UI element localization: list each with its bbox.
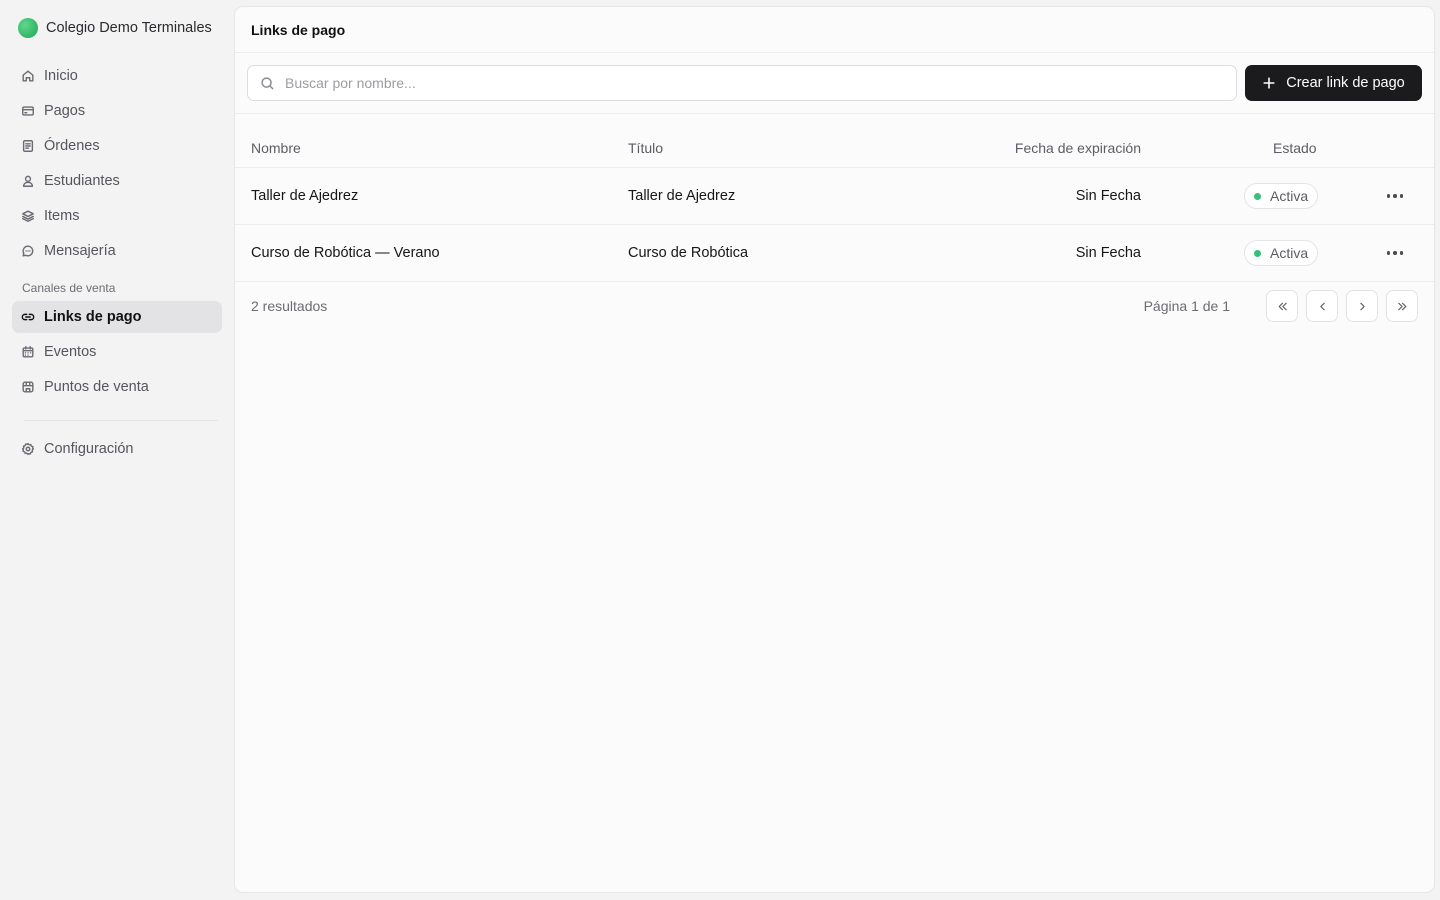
- layers-icon: [21, 209, 35, 223]
- sidebar-item-mensajeria[interactable]: Mensajería: [12, 235, 222, 267]
- cell-nombre: Curso de Robótica — Verano: [251, 245, 440, 261]
- org-logo: [18, 18, 38, 38]
- chevron-left-icon: [1319, 302, 1325, 310]
- main-nav: Inicio Pagos Órdenes Estudiantes Items M…: [12, 60, 222, 465]
- toolbar: Crear link de pago: [235, 53, 1434, 114]
- status-dot: [1254, 192, 1261, 200]
- sidebar-item-label: Inicio: [44, 68, 78, 84]
- column-header-fecha-expiracion[interactable]: Fecha de expiración: [1015, 140, 1141, 156]
- sidebar-item-estudiantes[interactable]: Estudiantes: [12, 165, 222, 197]
- table-header: Nombre Título Fecha de expiración Estado: [235, 114, 1434, 168]
- sidebar-item-label: Links de pago: [44, 309, 142, 325]
- sidebar-item-pagos[interactable]: Pagos: [12, 95, 222, 127]
- sidebar-item-configuracion[interactable]: Configuración: [12, 433, 222, 465]
- status-label: Activa: [1270, 188, 1309, 204]
- create-link-label: Crear link de pago: [1286, 75, 1405, 91]
- table-row[interactable]: Taller de Ajedrez Taller de Ajedrez Sin …: [235, 168, 1434, 225]
- cell-nombre: Taller de Ajedrez: [251, 188, 359, 204]
- store-icon: [21, 380, 35, 394]
- section-label-canales: Canales de venta: [22, 281, 116, 295]
- table-row[interactable]: Curso de Robótica — Verano Curso de Robó…: [235, 225, 1434, 282]
- page-title: Links de pago: [235, 7, 1434, 53]
- sidebar-item-label: Mensajería: [44, 243, 116, 259]
- sidebar-item-ordenes[interactable]: Órdenes: [12, 130, 222, 162]
- gear-icon: [21, 442, 35, 456]
- previous-page-button[interactable]: [1306, 290, 1338, 322]
- links-table: Nombre Título Fecha de expiración Estado…: [235, 114, 1434, 282]
- column-header-nombre[interactable]: Nombre: [251, 140, 301, 156]
- home-icon: [21, 69, 35, 83]
- page-indicator: Página 1 de 1: [1143, 298, 1230, 314]
- chevrons-right-icon: [1397, 302, 1406, 310]
- sidebar-item-label: Pagos: [44, 103, 86, 119]
- cell-titulo: Curso de Robótica: [628, 245, 749, 261]
- message-icon: [21, 244, 35, 258]
- plus-icon: [1263, 77, 1275, 89]
- sidebar-item-label: Items: [44, 208, 80, 224]
- last-page-button[interactable]: [1386, 290, 1418, 322]
- search-box[interactable]: [247, 65, 1237, 101]
- sidebar-divider: [24, 420, 218, 421]
- status-label: Activa: [1270, 245, 1309, 261]
- sidebar-item-label: Estudiantes: [44, 173, 120, 189]
- status-dot: [1254, 249, 1261, 257]
- status-badge: Activa: [1244, 240, 1319, 266]
- org-switcher[interactable]: Colegio Demo Terminales: [12, 0, 222, 56]
- next-page-button[interactable]: [1346, 290, 1378, 322]
- first-page-button[interactable]: [1266, 290, 1298, 322]
- org-name: Colegio Demo Terminales: [46, 20, 212, 36]
- row-actions-more-icon[interactable]: [1385, 186, 1405, 206]
- column-header-titulo[interactable]: Título: [628, 140, 663, 156]
- create-link-button[interactable]: Crear link de pago: [1245, 65, 1422, 101]
- sidebar-item-eventos[interactable]: Eventos: [12, 336, 222, 368]
- cell-fecha-expiracion: Sin Fecha: [1075, 188, 1141, 204]
- calendar-icon: [21, 345, 35, 359]
- sidebar-item-label: Puntos de venta: [44, 379, 149, 395]
- pagination: Página 1 de 1: [1144, 290, 1418, 322]
- table-footer: 2 resultados Página 1 de 1: [235, 282, 1434, 330]
- sidebar-item-inicio[interactable]: Inicio: [12, 60, 222, 92]
- link-icon: [21, 310, 35, 324]
- search-icon: [261, 76, 274, 89]
- results-count: 2 resultados: [251, 298, 328, 314]
- credit-card-icon: [21, 104, 35, 118]
- cell-fecha-expiracion: Sin Fecha: [1075, 245, 1141, 261]
- search-input[interactable]: [285, 75, 1236, 91]
- sidebar-item-links-de-pago[interactable]: Links de pago: [12, 301, 222, 333]
- chevrons-left-icon: [1278, 302, 1287, 310]
- column-header-estado[interactable]: Estado: [1273, 140, 1317, 156]
- status-badge: Activa: [1244, 183, 1319, 209]
- receipt-icon: [21, 139, 35, 153]
- sidebar-item-puntos-de-venta[interactable]: Puntos de venta: [12, 371, 222, 403]
- sidebar-item-label: Órdenes: [44, 138, 100, 154]
- sidebar: Colegio Demo Terminales Inicio Pagos Órd…: [0, 0, 234, 900]
- sidebar-item-items[interactable]: Items: [12, 200, 222, 232]
- chevron-right-icon: [1359, 302, 1365, 310]
- cell-titulo: Taller de Ajedrez: [628, 188, 736, 204]
- main-panel: Links de pago Crear link de pago Nombre …: [234, 6, 1435, 893]
- sidebar-item-label: Eventos: [44, 344, 97, 360]
- sidebar-item-label: Configuración: [44, 441, 134, 457]
- row-actions-more-icon[interactable]: [1385, 243, 1405, 263]
- user-icon: [21, 174, 35, 188]
